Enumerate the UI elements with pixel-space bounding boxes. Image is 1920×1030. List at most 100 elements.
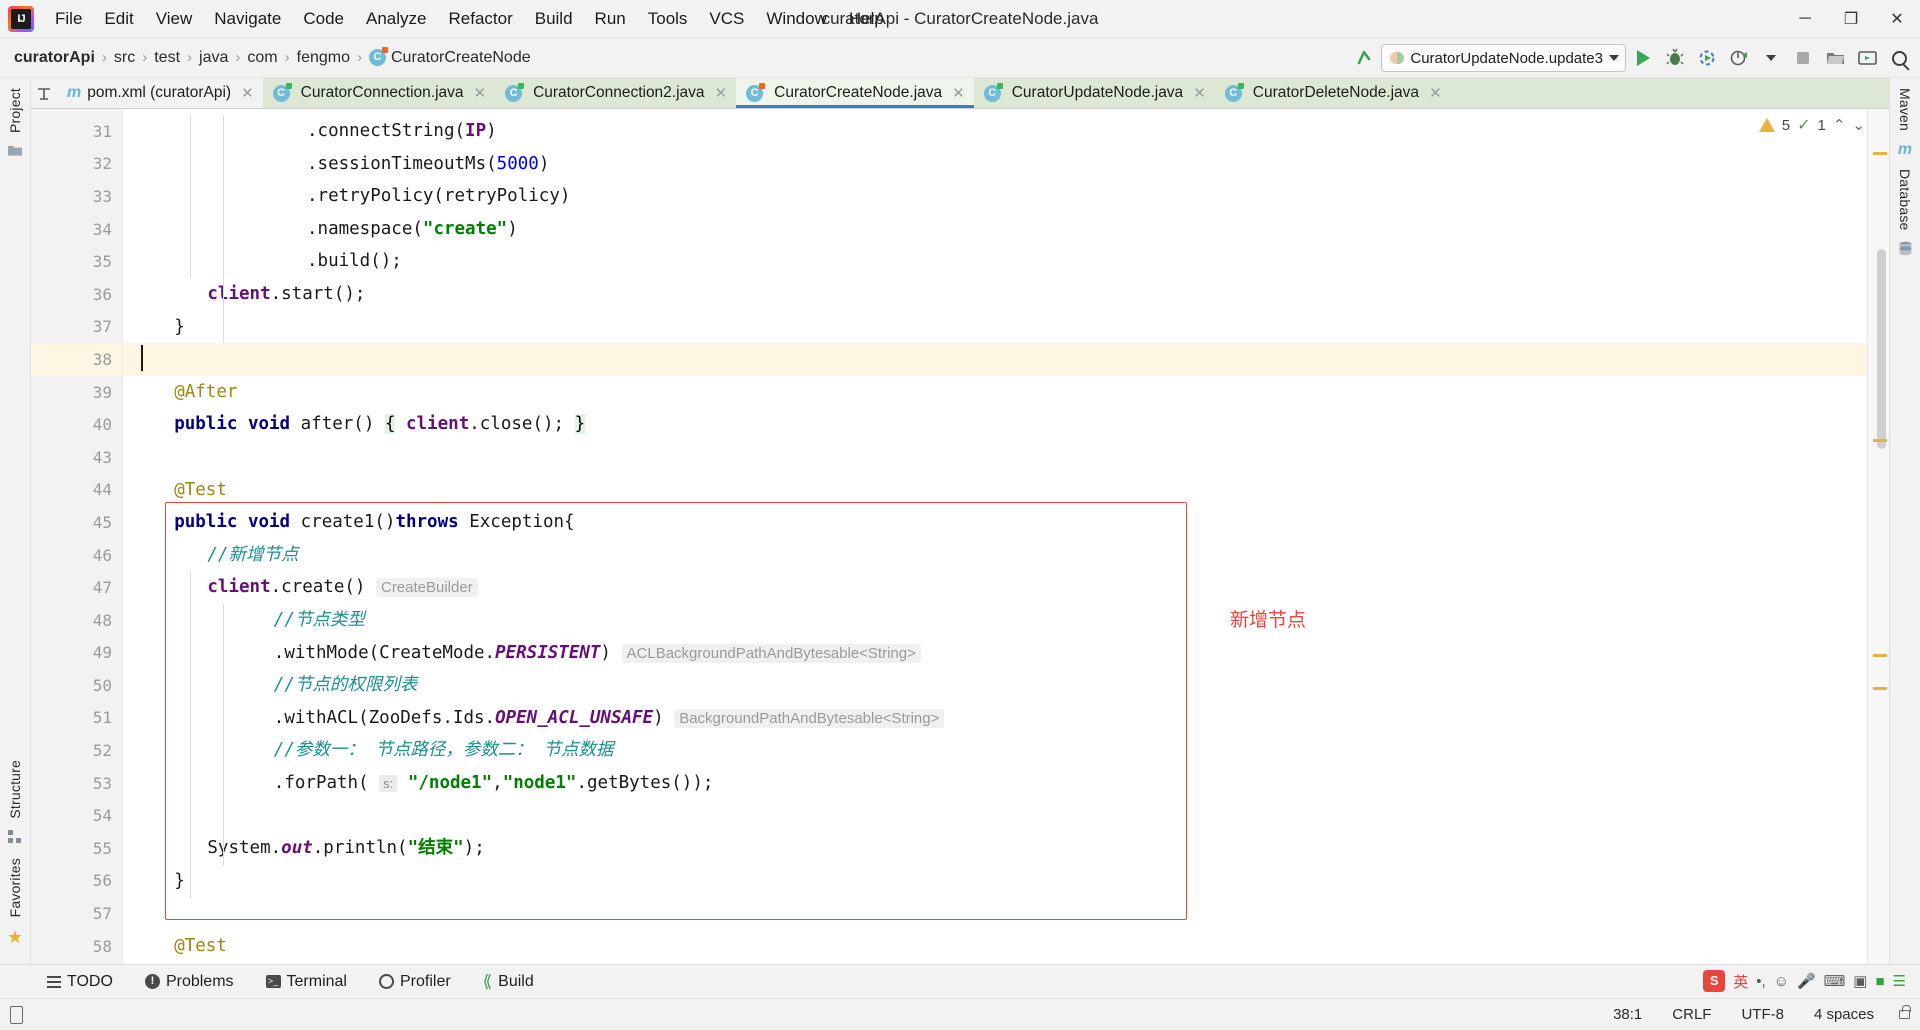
code-line[interactable]: @Test (123, 474, 1867, 507)
code-line[interactable] (123, 441, 1867, 474)
tool-window-build[interactable]: ⟪ Build (478, 970, 539, 994)
code-line[interactable]: .withMode(CreateMode.PERSISTENT) ACLBack… (123, 637, 1867, 670)
close-icon[interactable]: ✕ (952, 84, 965, 102)
breadcrumb-file[interactable]: C CuratorCreateNode (365, 46, 535, 68)
code-line[interactable]: client.create() CreateBuilder (123, 571, 1867, 604)
close-icon[interactable]: ✕ (474, 84, 487, 102)
gutter-line-runnable[interactable]: 45 (31, 506, 122, 539)
tabs-list-icon[interactable] (31, 78, 57, 108)
code-line-current[interactable] (123, 343, 1867, 376)
code-line[interactable]: @Test (123, 930, 1867, 963)
structure-icon[interactable] (7, 829, 23, 848)
read-only-lock-icon[interactable] (1899, 1005, 1911, 1019)
editor[interactable]: 31 32 33 34 35 36 37 38 39 40 43 44 45 4… (31, 109, 1889, 964)
code-line[interactable]: .build(); (123, 245, 1867, 278)
run-configuration-selector[interactable]: CuratorUpdateNode.update3 (1381, 44, 1626, 72)
breadcrumb-java[interactable]: java (195, 48, 232, 68)
toolbox-icon[interactable]: ■ (1875, 973, 1884, 990)
screenshot-icon[interactable]: ▣ (1853, 972, 1867, 990)
tool-window-todo[interactable]: TODO (42, 971, 118, 993)
code-text-area[interactable]: .connectString(IP) .sessionTimeoutMs(500… (123, 109, 1867, 964)
project-folder-icon[interactable] (7, 143, 23, 161)
search-everywhere-icon[interactable] (1884, 43, 1914, 73)
code-line[interactable]: //节点的权限列表 (123, 669, 1867, 702)
emoji-icon[interactable]: ☺ (1774, 973, 1789, 990)
chevron-down-icon[interactable] (1609, 55, 1619, 61)
code-line[interactable] (123, 897, 1867, 930)
editor-scrollbar-thumb[interactable] (1877, 249, 1886, 449)
tab-curator-create-node[interactable]: C CuratorCreateNode.java ✕ (736, 78, 974, 108)
menu-edit[interactable]: Edit (93, 5, 144, 33)
database-icon[interactable] (1898, 241, 1913, 260)
menu-view[interactable]: View (145, 5, 204, 33)
menu-run[interactable]: Run (584, 5, 637, 33)
previous-problem-icon[interactable]: ⌃ (1833, 116, 1846, 134)
tab-curator-delete-node[interactable]: C CuratorDeleteNode.java ✕ (1214, 78, 1451, 108)
sidebar-item-database[interactable]: Database (1897, 165, 1913, 235)
analysis-mark[interactable] (1873, 439, 1887, 442)
sidebar-item-favorites[interactable]: Favorites (7, 854, 23, 921)
next-problem-icon[interactable]: ⌄ (1852, 116, 1865, 134)
close-icon[interactable]: ✕ (1193, 84, 1206, 102)
profile-button[interactable] (1724, 43, 1754, 73)
open-file-icon[interactable] (1820, 43, 1850, 73)
tab-pom-xml[interactable]: m pom.xml (curatorApi) ✕ (57, 78, 263, 108)
close-icon[interactable]: ✕ (715, 84, 728, 102)
close-icon[interactable]: ✕ (241, 84, 254, 102)
tab-curator-connection2[interactable]: C CuratorConnection2.java ✕ (495, 78, 737, 108)
indent-setting[interactable]: 4 spaces (1809, 1004, 1879, 1025)
menu-build[interactable]: Build (524, 5, 584, 33)
breadcrumb-src[interactable]: src (110, 48, 139, 68)
stop-button[interactable] (1788, 43, 1818, 73)
menu-window[interactable]: Window (755, 5, 837, 33)
menu-icon[interactable]: ☰ (1893, 972, 1906, 990)
sidebar-item-structure[interactable]: Structure (7, 756, 23, 823)
code-line[interactable] (123, 799, 1867, 832)
file-encoding[interactable]: UTF-8 (1736, 1004, 1789, 1025)
line-separator[interactable]: CRLF (1667, 1004, 1716, 1025)
ime-mode-label[interactable]: 英 (1733, 971, 1748, 992)
sidebar-item-project[interactable]: Project (7, 84, 23, 137)
debug-button[interactable] (1660, 43, 1690, 73)
breadcrumb-test[interactable]: test (150, 48, 184, 68)
presentation-icon[interactable] (1852, 43, 1882, 73)
code-line[interactable]: } (123, 865, 1867, 898)
phone-icon[interactable] (10, 1005, 23, 1024)
breadcrumb-curatorApi[interactable]: curatorApi (10, 48, 99, 68)
maximize-button[interactable]: ❐ (1828, 0, 1874, 38)
code-line[interactable]: //参数一： 节点路径，参数二： 节点数据 (123, 734, 1867, 767)
caret-position[interactable]: 38:1 (1608, 1004, 1647, 1025)
close-icon[interactable]: ✕ (1429, 84, 1442, 102)
code-line[interactable]: } (123, 311, 1867, 344)
tab-curator-connection[interactable]: C CuratorConnection.java ✕ (262, 78, 496, 108)
sogou-ime-icon[interactable]: S (1703, 970, 1726, 992)
menu-refactor[interactable]: Refactor (437, 5, 523, 33)
code-line[interactable]: .namespace("create") (123, 213, 1867, 246)
code-line[interactable]: public void create1()throws Exception{ (123, 506, 1867, 539)
code-line[interactable]: //节点类型 (123, 604, 1867, 637)
menu-help[interactable]: Help (838, 5, 895, 33)
analysis-mark[interactable] (1873, 687, 1887, 690)
maven-tool-icon[interactable]: m (1898, 141, 1912, 159)
keyboard-icon[interactable]: ⌨ (1824, 972, 1846, 990)
tool-window-profiler[interactable]: Profiler (374, 971, 456, 993)
tool-window-problems[interactable]: ! Problems (140, 971, 239, 993)
editor-gutter[interactable]: 31 32 33 34 35 36 37 38 39 40 43 44 45 4… (31, 109, 182, 964)
profile-dropdown-icon[interactable] (1756, 43, 1786, 73)
sidebar-item-maven[interactable]: Maven (1897, 84, 1913, 135)
menu-analyze[interactable]: Analyze (355, 5, 437, 33)
code-line[interactable]: System.out.println("结束"); (123, 832, 1867, 865)
breadcrumb-com[interactable]: com (243, 48, 281, 68)
code-line[interactable]: .withACL(ZooDefs.Ids.OPEN_ACL_UNSAFE) Ba… (123, 702, 1867, 735)
breadcrumb-fengmo[interactable]: fengmo (293, 48, 354, 68)
update-project-icon[interactable] (1349, 43, 1379, 73)
minimize-button[interactable]: ─ (1782, 0, 1828, 38)
punctuation-icon[interactable]: •, (1756, 973, 1765, 990)
menu-vcs[interactable]: VCS (698, 5, 755, 33)
favorites-star-icon[interactable]: ★ (7, 927, 23, 948)
menu-navigate[interactable]: Navigate (203, 5, 292, 33)
analysis-mark[interactable] (1873, 654, 1887, 657)
tool-window-terminal[interactable]: >_ Terminal (261, 971, 352, 993)
tab-curator-update-node[interactable]: C CuratorUpdateNode.java ✕ (973, 78, 1215, 108)
code-line[interactable]: client.start(); (123, 278, 1867, 311)
